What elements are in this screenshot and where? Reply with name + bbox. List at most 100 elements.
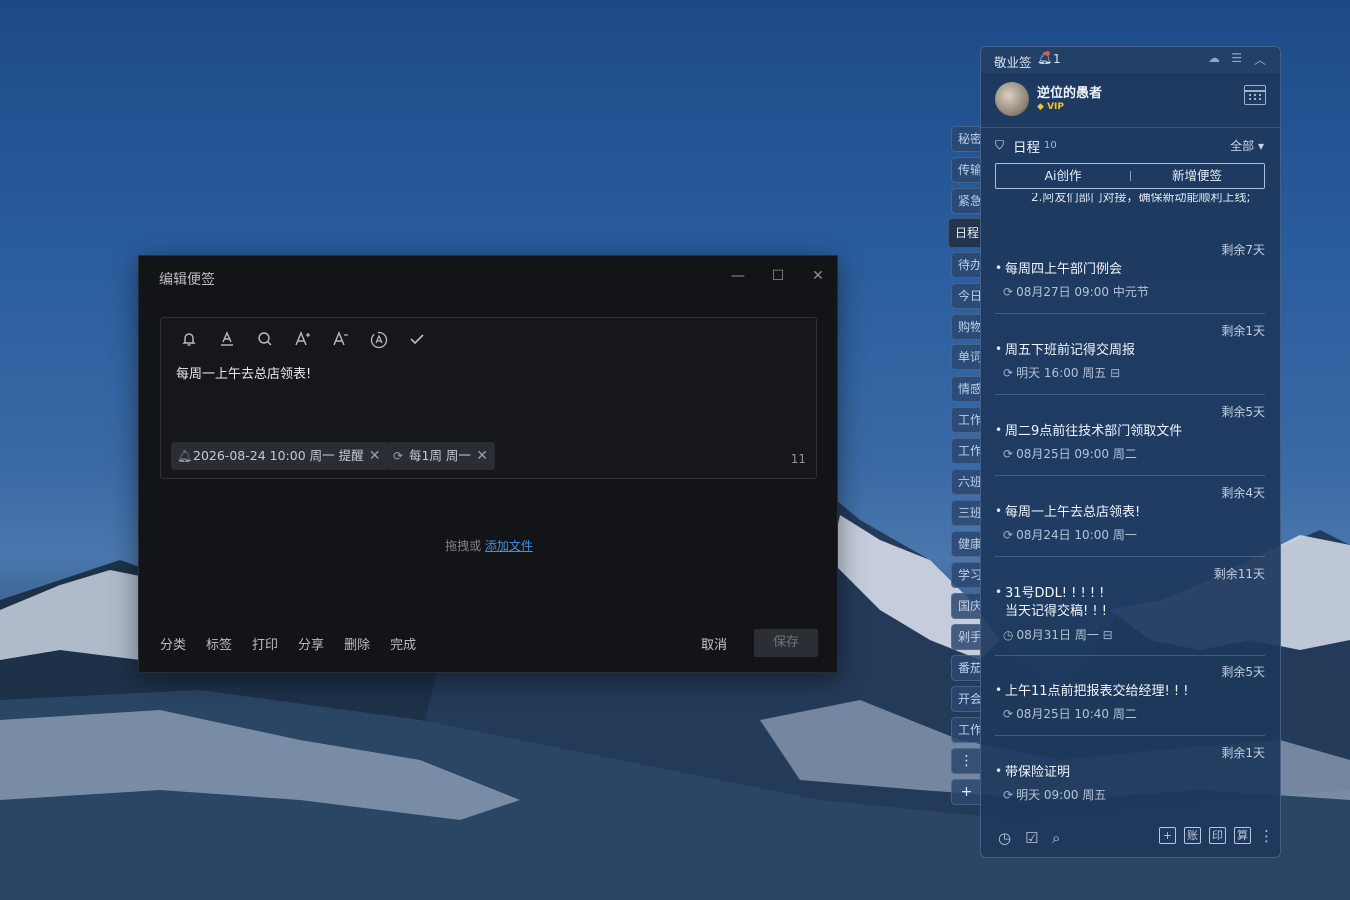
tab-study[interactable]: 学习 <box>951 562 981 588</box>
tab-today[interactable]: 今日 <box>951 283 981 309</box>
repeat-icon: ⟳ <box>1003 285 1014 299</box>
filter-dropdown[interactable]: 全部 ▾ <box>1230 137 1264 154</box>
repeat-chip[interactable]: ⟳ 每1周 周一 ✕ <box>387 442 495 470</box>
username: 逆位的愚者 <box>1037 86 1103 101</box>
avatar[interactable] <box>995 82 1029 116</box>
file-drop-zone[interactable]: 拖拽或 添加文件 <box>139 537 839 554</box>
tab-class-3[interactable]: 三班 <box>951 500 981 526</box>
text-underline-icon[interactable] <box>217 331 237 351</box>
lock-icon: ⊟ <box>1110 366 1121 380</box>
item-title: 上午11点前把报表交给经理! ! ! <box>1005 684 1189 699</box>
tab-emotion[interactable]: 情感 <box>951 376 981 402</box>
tag-button[interactable]: 标签 <box>206 634 232 653</box>
item-title-line-2: 当天记得交稿! ! ! <box>1005 604 1107 619</box>
remaining-days: 剩余1天 <box>1221 746 1265 760</box>
tab-shopping-spree[interactable]: 剁手 <box>951 624 981 650</box>
add-file-link[interactable]: 添加文件 <box>485 539 533 553</box>
cloud-sync-icon[interactable]: ☁ <box>1208 51 1220 65</box>
calendar-icon[interactable] <box>1244 85 1266 105</box>
repeat-chip-label: 每1周 周一 <box>409 448 471 463</box>
remaining-days: 剩余5天 <box>1221 405 1265 419</box>
delete-button[interactable]: 删除 <box>344 634 370 653</box>
share-button[interactable]: 分享 <box>298 634 324 653</box>
tab-meeting[interactable]: 开会 <box>951 686 981 712</box>
repeat-icon: ⟳ <box>1003 366 1014 380</box>
bell-icon: 🔔︎ <box>177 449 193 463</box>
ai-circle-icon[interactable] <box>369 331 389 351</box>
close-icon[interactable]: ✕ <box>808 266 828 286</box>
item-title: 带保险证明 <box>1005 765 1071 780</box>
print-button[interactable]: 打印 <box>252 634 278 653</box>
collapse-icon[interactable]: ︿ <box>1254 51 1266 68</box>
repeat-icon: ⟳ <box>1003 707 1014 721</box>
remaining-days: 剩余1天 <box>1221 324 1265 338</box>
user-header: 逆位的愚者 ◆ VIP <box>981 73 1280 127</box>
item-title: 每周四上午部门例会 <box>1005 262 1123 277</box>
add-tab-icon[interactable]: + <box>951 779 981 805</box>
clock-icon[interactable]: ◷ <box>998 829 1011 847</box>
remaining-days: 剩余4天 <box>1221 486 1265 500</box>
remove-icon[interactable]: ✕ <box>476 442 488 470</box>
tab-schedule[interactable]: 日程 <box>948 218 981 248</box>
lock-icon: ⊟ <box>1102 628 1113 642</box>
ai-create-button[interactable]: Ai创作 <box>996 164 1130 188</box>
tab-work-3[interactable]: 工作 <box>951 717 981 743</box>
tab-secret[interactable]: 秘密 <box>951 126 981 152</box>
tab-tomato[interactable]: 番茄 <box>951 655 981 681</box>
tab-todo[interactable]: 待办 <box>951 252 981 278</box>
schedule-title: 日程 <box>1013 140 1040 156</box>
search-icon[interactable] <box>255 331 275 351</box>
minimize-icon[interactable]: — <box>728 266 748 286</box>
tab-work-2[interactable]: 工作 <box>951 438 981 464</box>
search-icon[interactable]: ⌕ <box>1052 829 1060 847</box>
char-count: 11 <box>790 452 806 466</box>
complete-button[interactable]: 完成 <box>390 634 416 653</box>
item-meta: 明天 09:00 周五 <box>1016 788 1107 802</box>
note-content[interactable]: 每周一上午去总店领表! <box>176 363 311 382</box>
remove-icon[interactable]: ✕ <box>369 442 381 470</box>
more-icon[interactable]: ⋮ <box>1259 827 1274 845</box>
cancel-button[interactable]: 取消 <box>701 634 727 653</box>
tab-urgent[interactable]: 紧急 <box>951 188 981 214</box>
remaining-days: 剩余5天 <box>1221 665 1265 679</box>
ledger-icon[interactable]: 账 <box>1184 827 1201 844</box>
tab-shopping[interactable]: 购物 <box>951 314 981 340</box>
check-icon[interactable] <box>407 331 427 351</box>
item-title: 周五下班前记得交周报 <box>1005 343 1136 358</box>
font-increase-icon[interactable] <box>293 331 313 351</box>
calculator-icon[interactable]: 算 <box>1234 827 1251 844</box>
bookmark-icon: ⛉ <box>995 138 1005 152</box>
action-button-row: Ai创作 新增便签 <box>995 163 1265 189</box>
add-icon[interactable]: + <box>1159 827 1176 844</box>
category-button[interactable]: 分类 <box>160 634 186 653</box>
remaining-days: 剩余11天 <box>1213 567 1265 581</box>
sticky-notes-panel: 敬业签 🔔︎ 1 ☁ ☰ ︿ 逆位的愚者 ◆ VIP ⛉ 日程 10 全部 ▾ … <box>980 46 1281 858</box>
repeat-icon: ⟳ <box>1003 447 1014 461</box>
schedule-count: 10 <box>1044 140 1057 151</box>
tab-transfer[interactable]: 传输 <box>951 157 981 183</box>
more-tabs-icon[interactable]: ⋮ <box>951 748 981 774</box>
tab-health[interactable]: 健康 <box>951 531 981 557</box>
truncated-note-text: 2.阿友们部门对接，确保新动能顺利上线; <box>1031 193 1251 204</box>
save-button[interactable]: 保存 <box>754 629 818 657</box>
new-note-button[interactable]: 新增便签 <box>1130 164 1264 188</box>
notification-bell-icon[interactable]: 🔔︎ <box>1037 51 1052 65</box>
editor-actions: 分类 标签 打印 分享 删除 完成 <box>160 634 416 653</box>
tab-class-6[interactable]: 六班 <box>951 469 981 495</box>
bell-icon[interactable] <box>179 331 199 351</box>
reminder-chip-label: 2026-08-24 10:00 周一 提醒 <box>193 448 364 463</box>
vip-badge: ◆ VIP <box>1037 102 1064 112</box>
tab-national-day[interactable]: 国庆 <box>951 593 981 619</box>
item-meta: 08月31日 周一 <box>1016 628 1099 642</box>
maximize-icon[interactable]: ☐ <box>768 266 788 286</box>
reminder-chip[interactable]: 🔔︎ 2026-08-24 10:00 周一 提醒 ✕ <box>171 442 388 470</box>
tab-work-1[interactable]: 工作 <box>951 407 981 433</box>
print-icon[interactable]: 印 <box>1209 827 1226 844</box>
tab-words[interactable]: 单词 <box>951 344 981 370</box>
drop-hint-text: 拖拽或 <box>445 539 482 553</box>
calendar-check-icon[interactable]: ☑ <box>1025 829 1038 847</box>
note-editor-box[interactable]: 每周一上午去总店领表! 🔔︎ 2026-08-24 10:00 周一 提醒 ✕ … <box>160 317 817 479</box>
font-decrease-icon[interactable] <box>331 331 351 351</box>
menu-icon[interactable]: ☰ <box>1231 51 1242 65</box>
clock-icon: ◷ <box>1003 628 1014 642</box>
